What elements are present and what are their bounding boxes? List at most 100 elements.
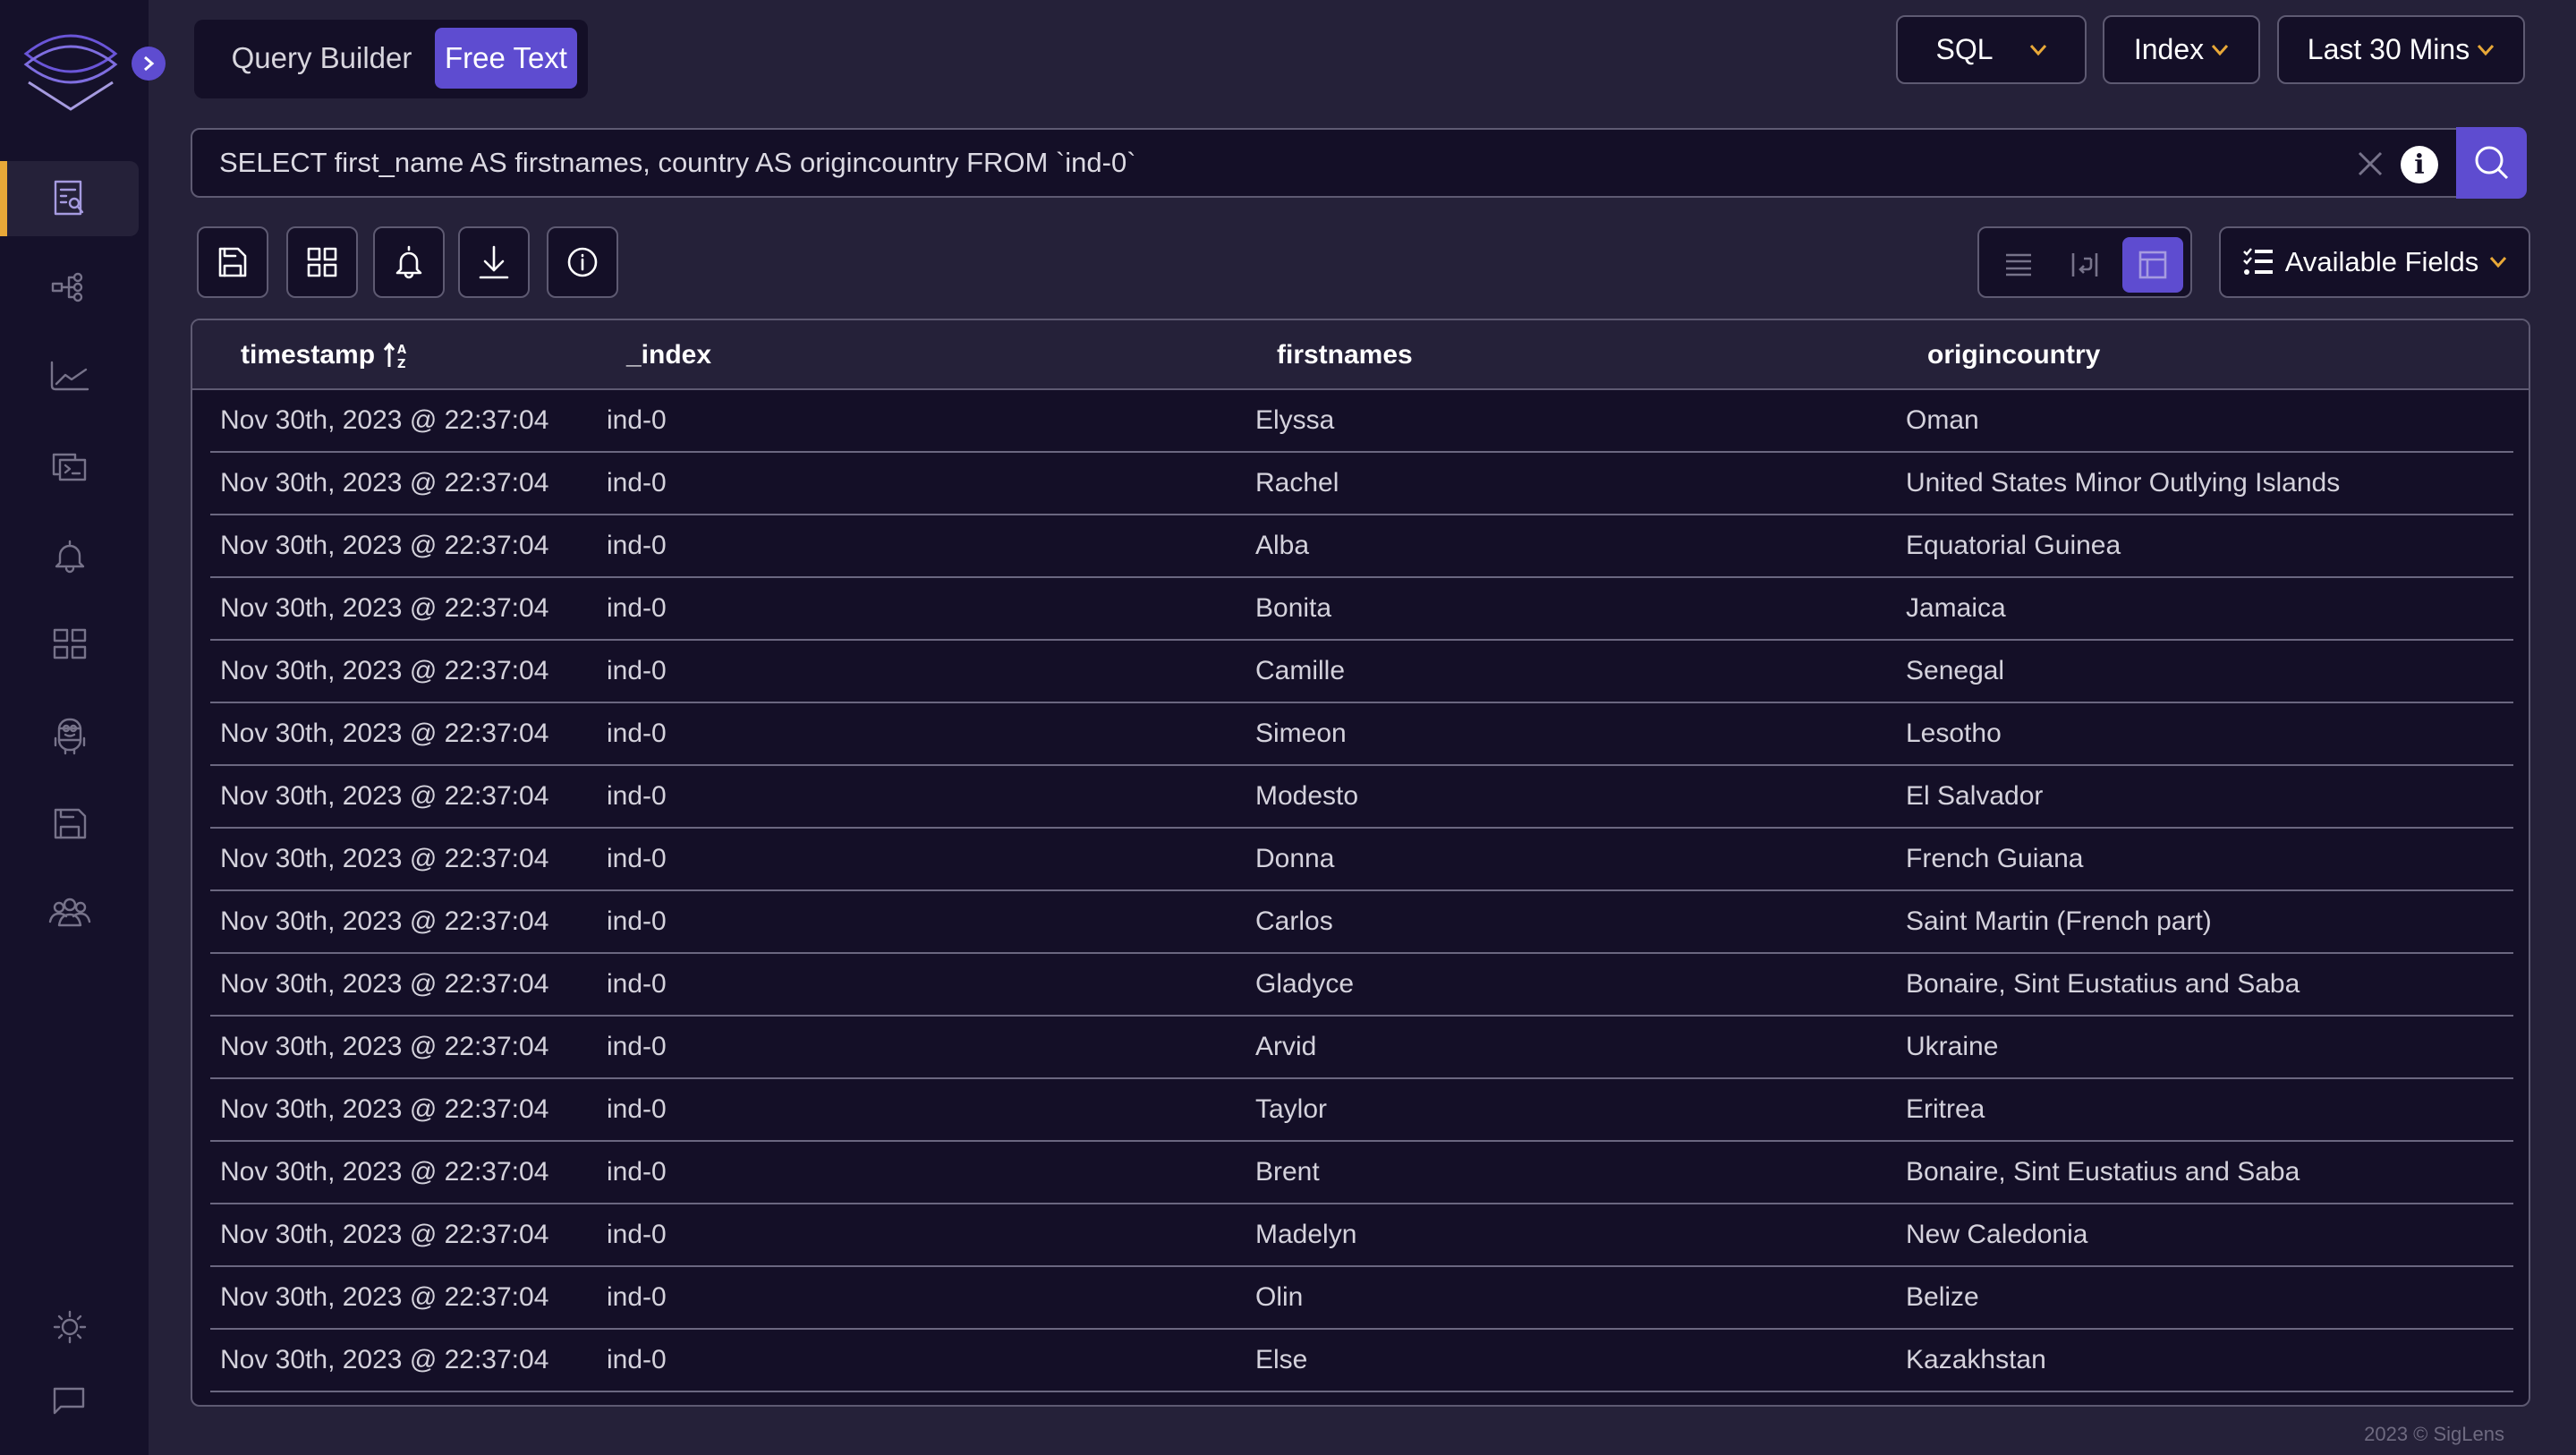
sort-ascending-icon[interactable]: AZ (382, 340, 412, 370)
cell-index: ind-0 (607, 1345, 667, 1374)
add-to-dashboard-button[interactable] (286, 226, 358, 298)
tab-query-builder[interactable]: Query Builder (217, 28, 427, 89)
save-query-button[interactable] (197, 226, 268, 298)
info-button[interactable] (547, 226, 618, 298)
search-icon (2475, 146, 2508, 180)
sidebar-item-alerts[interactable] (0, 519, 139, 594)
table-header: timestamp AZ _index firstnames origincou… (192, 320, 2529, 390)
cell-firstnames: Brent (1255, 1157, 1320, 1187)
table-row[interactable]: Nov 30th, 2023 @ 22:37:04 ind-0 Gladyce Bon… (210, 954, 2513, 1017)
tab-free-text[interactable]: Free Text (435, 28, 577, 89)
table-row[interactable]: Nov 30th, 2023 @ 22:37:04 ind-0 Bonita Jama… (210, 578, 2513, 641)
dashboard-grid-icon (53, 628, 86, 659)
cell-timestamp: Nov 30th, 2023 @ 22:37:04 (220, 1094, 549, 1124)
run-search-button[interactable] (2456, 127, 2527, 199)
sidebar-item-users[interactable] (0, 876, 139, 951)
query-language-label: SQL (1935, 33, 1994, 65)
query-info-icon[interactable]: i (2401, 146, 2438, 183)
sidebar-item-tracing[interactable] (0, 250, 139, 325)
table-row[interactable]: Nov 30th, 2023 @ 22:37:04 ind-0 Else Kazakh… (210, 1330, 2513, 1392)
wrap-icon (2071, 253, 2098, 277)
cell-timestamp: Nov 30th, 2023 @ 22:37:04 (220, 1220, 549, 1249)
users-icon (48, 898, 90, 927)
sidebar-item-dashboards[interactable] (0, 608, 139, 683)
cell-index: ind-0 (607, 531, 667, 560)
cell-index: ind-0 (607, 468, 667, 498)
table-view-button[interactable] (2122, 237, 2183, 293)
clear-icon[interactable] (2356, 149, 2385, 178)
wrap-view-button[interactable] (2054, 237, 2115, 293)
cell-index: ind-0 (607, 969, 667, 999)
index-dropdown[interactable]: Index (2103, 15, 2260, 84)
chevron-down-icon (2029, 44, 2046, 55)
cell-index: ind-0 (607, 719, 667, 748)
download-icon (479, 245, 509, 279)
table-row[interactable]: Nov 30th, 2023 @ 22:37:04 ind-0 Brent Bonai… (210, 1142, 2513, 1204)
cell-firstnames: Madelyn (1255, 1220, 1357, 1249)
time-range-dropdown[interactable]: Last 30 Mins (2277, 15, 2525, 84)
query-input[interactable] (219, 130, 2331, 196)
cell-index: ind-0 (607, 1157, 667, 1187)
query-language-dropdown[interactable]: SQL (1896, 15, 2087, 84)
cell-origincountry: Saint Martin (French part) (1906, 906, 2212, 936)
cell-origincountry: Bonaire, Sint Eustatius and Saba (1906, 969, 2300, 999)
index-label: Index (2133, 33, 2205, 65)
create-alert-button[interactable] (373, 226, 445, 298)
cell-firstnames: Bonita (1255, 593, 1332, 623)
cell-origincountry: United States Minor Outlying Islands (1906, 468, 2341, 498)
sidebar-item-minion-searches[interactable] (0, 698, 139, 773)
sidebar-item-metrics[interactable] (0, 338, 139, 413)
available-fields-dropdown[interactable]: Available Fields (2219, 226, 2530, 298)
single-line-view-button[interactable] (1988, 237, 2049, 293)
column-header-origincountry[interactable]: origincountry (1927, 320, 2100, 390)
cell-timestamp: Nov 30th, 2023 @ 22:37:04 (220, 468, 549, 498)
table-row[interactable]: Nov 30th, 2023 @ 22:37:04 ind-0 Elyssa Oman (210, 390, 2513, 453)
column-header-firstnames[interactable]: firstnames (1277, 320, 1413, 390)
cell-origincountry: Ukraine (1906, 1032, 1999, 1061)
cell-index: ind-0 (607, 405, 667, 435)
cell-index: ind-0 (607, 593, 667, 623)
cell-timestamp: Nov 30th, 2023 @ 22:37:04 (220, 906, 549, 936)
metrics-chart-icon (50, 361, 89, 391)
table-row[interactable]: Nov 30th, 2023 @ 22:37:04 ind-0 Camille Sen… (210, 641, 2513, 703)
time-range-label: Last 30 Mins (2307, 33, 2470, 65)
table-row[interactable]: Nov 30th, 2023 @ 22:37:04 ind-0 Donna Frenc… (210, 829, 2513, 891)
sidebar-item-live-tail[interactable] (0, 429, 139, 504)
cell-origincountry: Equatorial Guinea (1906, 531, 2121, 560)
column-header-index[interactable]: _index (626, 320, 711, 390)
cell-firstnames: Else (1255, 1345, 1308, 1374)
cell-index: ind-0 (607, 781, 667, 811)
download-button[interactable] (458, 226, 530, 298)
table-row[interactable]: Nov 30th, 2023 @ 22:37:04 ind-0 Madelyn New… (210, 1204, 2513, 1267)
table-row[interactable]: Nov 30th, 2023 @ 22:37:04 ind-0 Rachel Unit… (210, 453, 2513, 515)
sidebar-item-logs[interactable] (0, 161, 139, 236)
cell-firstnames: Donna (1255, 844, 1335, 873)
theme-toggle[interactable] (0, 1289, 139, 1365)
table-row[interactable]: Nov 30th, 2023 @ 22:37:04 ind-0 Arvid Ukrai… (210, 1017, 2513, 1079)
cell-firstnames: Modesto (1255, 781, 1359, 811)
siglens-logo[interactable] (21, 27, 120, 112)
cell-firstnames: Camille (1255, 656, 1346, 685)
cell-firstnames: Rachel (1255, 468, 1339, 498)
cell-origincountry: Eritrea (1906, 1094, 1985, 1124)
table-row[interactable]: Nov 30th, 2023 @ 22:37:04 ind-0 Modesto El … (210, 766, 2513, 829)
cell-firstnames: Carlos (1255, 906, 1333, 936)
cell-firstnames: Taylor (1255, 1094, 1328, 1124)
cell-index: ind-0 (607, 906, 667, 936)
sidebar-item-saved-queries[interactable] (0, 787, 139, 862)
table-row[interactable]: Nov 30th, 2023 @ 22:37:04 ind-0 Olin Belize (210, 1267, 2513, 1330)
cell-index: ind-0 (607, 1282, 667, 1312)
save-icon (218, 247, 247, 277)
table-row[interactable]: Nov 30th, 2023 @ 22:37:04 ind-0 Simeon Leso… (210, 703, 2513, 766)
table-row[interactable]: Nov 30th, 2023 @ 22:37:04 ind-0 Taylor Erit… (210, 1079, 2513, 1142)
cell-timestamp: Nov 30th, 2023 @ 22:37:04 (220, 1032, 549, 1061)
table-row[interactable]: Nov 30th, 2023 @ 22:37:04 ind-0 Alba Equato… (210, 515, 2513, 578)
expand-sidebar-button[interactable] (132, 47, 166, 81)
table-row[interactable]: Nov 30th, 2023 @ 22:37:04 ind-0 Carlos Sain… (210, 891, 2513, 954)
chevron-down-icon (2478, 44, 2495, 55)
column-header-timestamp[interactable]: timestamp AZ (241, 320, 412, 390)
search-logs-icon (54, 180, 83, 216)
feedback-button[interactable] (0, 1366, 139, 1441)
bell-icon (395, 245, 422, 279)
cell-timestamp: Nov 30th, 2023 @ 22:37:04 (220, 1157, 549, 1187)
